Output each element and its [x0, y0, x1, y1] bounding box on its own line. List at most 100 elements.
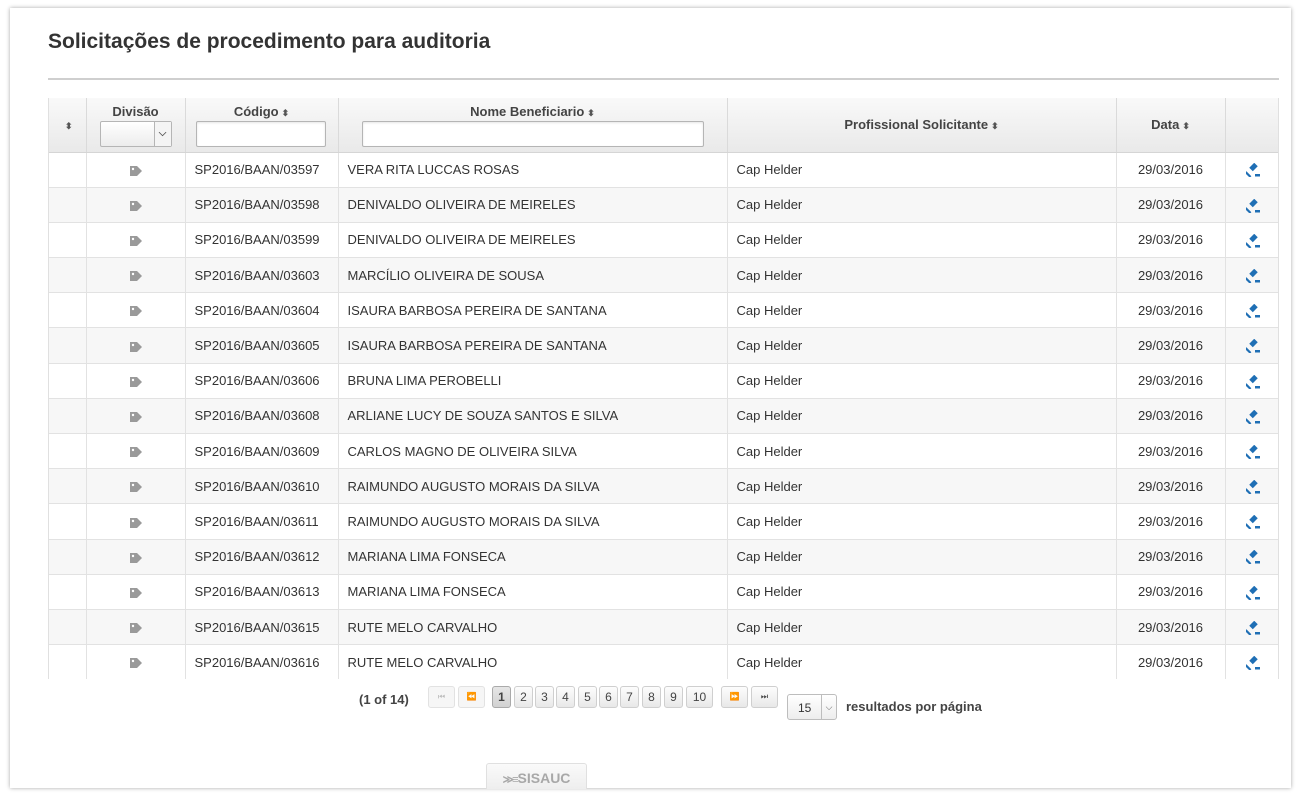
table-row[interactable]: SP2016/BAAN/03610 RAIMUNDO AUGUSTO MORAIS… — [49, 468, 1278, 505]
gavel-icon[interactable] — [1245, 585, 1260, 600]
sort-icon[interactable]: ⬍ — [587, 108, 595, 118]
row-select-cell[interactable] — [49, 152, 87, 188]
sort-all-header[interactable]: ⬍ — [49, 98, 87, 153]
table-row[interactable]: SP2016/BAAN/03603 MARCÍLIO OLIVEIRA DE SO… — [49, 257, 1278, 294]
table-row[interactable]: SP2016/BAAN/03604 ISAURA BARBOSA PEREIRA … — [49, 292, 1278, 329]
audit-action-cell[interactable] — [1225, 468, 1278, 505]
row-select-cell[interactable] — [49, 574, 87, 610]
codigo-label[interactable]: Código — [234, 104, 279, 119]
rows-per-page-select[interactable]: 15 ⌵ — [787, 694, 837, 720]
gavel-icon[interactable] — [1245, 515, 1260, 530]
page-button[interactable]: 4 — [556, 686, 575, 708]
audit-action-cell[interactable] — [1225, 398, 1278, 435]
row-select-cell[interactable] — [49, 503, 87, 540]
page-button[interactable]: 6 — [599, 686, 618, 708]
row-select-cell[interactable] — [49, 644, 87, 679]
gavel-icon[interactable] — [1245, 480, 1260, 495]
audit-action-cell[interactable] — [1225, 292, 1278, 329]
gavel-icon[interactable] — [1245, 409, 1260, 424]
row-select-cell[interactable] — [49, 292, 87, 329]
gavel-icon[interactable] — [1245, 444, 1260, 459]
table-row[interactable]: SP2016/BAAN/03605 ISAURA BARBOSA PEREIRA … — [49, 327, 1278, 364]
header-nome-beneficiario[interactable]: Nome Beneficiario ⬍ — [338, 98, 728, 153]
row-select-cell[interactable] — [49, 257, 87, 294]
gavel-icon[interactable] — [1245, 374, 1260, 389]
audit-action-cell[interactable] — [1225, 644, 1278, 679]
nome-cell: MARIANA LIMA FONSECA — [338, 574, 728, 610]
row-select-cell[interactable] — [49, 363, 87, 399]
audit-action-cell[interactable] — [1225, 609, 1278, 646]
sort-icon[interactable]: ⬍ — [991, 121, 999, 131]
chevron-down-icon[interactable]: ⌵ — [153, 122, 171, 146]
audit-action-cell[interactable] — [1225, 363, 1278, 399]
next-page-button[interactable]: ⏩ — [721, 686, 748, 708]
page-button[interactable]: 5 — [578, 686, 597, 708]
header-profissional-solicitante[interactable]: Profissional Solicitante ⬍ — [727, 98, 1117, 153]
audit-action-cell[interactable] — [1225, 433, 1278, 470]
page-button[interactable]: 9 — [664, 686, 683, 708]
codigo-filter-input[interactable] — [195, 121, 326, 147]
table-row[interactable]: SP2016/BAAN/03609 CARLOS MAGNO DE OLIVEIR… — [49, 433, 1278, 470]
row-select-cell[interactable] — [49, 468, 87, 505]
table-row[interactable]: SP2016/BAAN/03598 DENIVALDO OLIVEIRA DE M… — [49, 187, 1278, 223]
page-button[interactable]: 7 — [620, 686, 639, 708]
gavel-icon[interactable] — [1245, 620, 1260, 635]
row-select-cell[interactable] — [49, 327, 87, 364]
chevron-down-icon[interactable]: ⌵ — [821, 695, 836, 719]
sort-icon[interactable]: ⬍ — [65, 121, 73, 131]
gavel-icon[interactable] — [1245, 550, 1260, 565]
header-data[interactable]: Data ⬍ — [1116, 98, 1226, 153]
first-page-button[interactable]: ⏮ — [428, 686, 455, 708]
sort-icon[interactable]: ⬍ — [1182, 121, 1190, 131]
row-select-cell[interactable] — [49, 187, 87, 223]
audit-action-cell[interactable] — [1225, 187, 1278, 223]
codigo-cell: SP2016/BAAN/03615 — [185, 609, 339, 646]
page-button[interactable]: 1 — [492, 686, 511, 708]
audit-action-cell[interactable] — [1225, 327, 1278, 364]
table-row[interactable]: SP2016/BAAN/03613 MARIANA LIMA FONSECA Cap… — [49, 574, 1278, 610]
table-row[interactable]: SP2016/BAAN/03612 MARIANA LIMA FONSECA Cap… — [49, 539, 1278, 575]
gavel-icon[interactable] — [1245, 339, 1260, 354]
results-table: ⬍ Divisão ⌵ Código⬍ Nome Beneficiario⬍ — [48, 98, 1279, 679]
tag-icon — [129, 517, 142, 528]
table-row[interactable]: SP2016/BAAN/03599 DENIVALDO OLIVEIRA DE M… — [49, 222, 1278, 259]
gavel-icon[interactable] — [1245, 304, 1260, 319]
audit-action-cell[interactable] — [1225, 503, 1278, 540]
table-row[interactable]: SP2016/BAAN/03597 VERA RITA LUCCAS ROSAS C… — [49, 152, 1278, 188]
audit-action-cell[interactable] — [1225, 222, 1278, 259]
sort-icon[interactable]: ⬍ — [282, 108, 290, 118]
audit-action-cell[interactable] — [1225, 574, 1278, 610]
row-select-cell[interactable] — [49, 433, 87, 470]
audit-action-cell[interactable] — [1225, 257, 1278, 294]
audit-action-cell[interactable] — [1225, 152, 1278, 188]
row-select-cell[interactable] — [49, 609, 87, 646]
page-button[interactable]: 10 — [686, 686, 713, 708]
audit-action-cell[interactable] — [1225, 539, 1278, 575]
page-button[interactable]: 3 — [535, 686, 554, 708]
tag-icon — [129, 447, 142, 458]
gavel-icon[interactable] — [1245, 233, 1260, 248]
gavel-icon[interactable] — [1245, 656, 1260, 670]
nome-label[interactable]: Nome Beneficiario — [470, 104, 584, 119]
codigo-cell: SP2016/BAAN/03616 — [185, 644, 339, 679]
table-row[interactable]: SP2016/BAAN/03615 RUTE MELO CARVALHO Cap H… — [49, 609, 1278, 646]
prev-page-button[interactable]: ⏪ — [458, 686, 485, 708]
table-row[interactable]: SP2016/BAAN/03611 RAIMUNDO AUGUSTO MORAIS… — [49, 503, 1278, 540]
header-codigo[interactable]: Código ⬍ — [185, 98, 339, 153]
row-select-cell[interactable] — [49, 222, 87, 259]
gavel-icon[interactable] — [1245, 198, 1260, 213]
table-row[interactable]: SP2016/BAAN/03606 BRUNA LIMA PEROBELLI Cap… — [49, 363, 1278, 399]
nome-filter-input[interactable] — [361, 121, 704, 147]
profissional-label[interactable]: Profissional Solicitante — [844, 117, 988, 132]
table-row[interactable]: SP2016/BAAN/03608 ARLIANE LUCY DE SOUZA S… — [49, 398, 1278, 435]
gavel-icon[interactable] — [1245, 163, 1260, 178]
data-label[interactable]: Data — [1151, 117, 1179, 132]
divisao-filter-select[interactable]: ⌵ — [99, 121, 172, 147]
last-page-button[interactable]: ⏭ — [751, 686, 778, 708]
gavel-icon[interactable] — [1245, 268, 1260, 283]
row-select-cell[interactable] — [49, 539, 87, 575]
row-select-cell[interactable] — [49, 398, 87, 435]
page-button[interactable]: 8 — [642, 686, 661, 708]
page-button[interactable]: 2 — [514, 686, 533, 708]
table-row[interactable]: SP2016/BAAN/03616 RUTE MELO CARVALHO Cap H… — [49, 644, 1278, 679]
